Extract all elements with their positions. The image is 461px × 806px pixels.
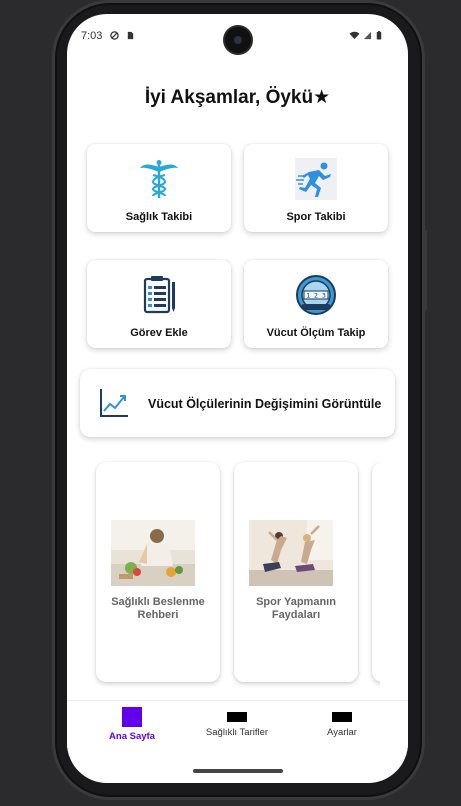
article-card-partial[interactable] (372, 462, 380, 682)
view-measurement-changes-label: Vücut Ölçülerinin Değişimini Görüntüle (148, 397, 382, 411)
nav-label-healthy-recipes: Sağlıklı Tarifler (205, 727, 269, 738)
health-tracking-card[interactable]: Sağlık Takibi (87, 144, 231, 232)
signal-icon (363, 31, 372, 40)
sim-card-icon (127, 31, 134, 40)
wifi-icon (349, 31, 360, 40)
body-measurement-label: Vücut Ölçüm Takip (266, 327, 366, 339)
trend-chart-icon (100, 389, 128, 417)
body-measurement-card[interactable]: 1 2 3 Vücut Ölçüm Takip (244, 260, 388, 348)
nav-item-settings[interactable]: Ayarlar (292, 707, 392, 738)
greeting-title: İyi Akşamlar, Öykü★ (144, 87, 331, 108)
nav-item-home[interactable]: Ana Sayfa (82, 707, 182, 742)
home-icon (122, 707, 142, 727)
svg-text:1 2 3: 1 2 3 (306, 292, 326, 300)
healthy-food-photo (111, 520, 195, 586)
article-card-exercise[interactable]: Spor Yapmanın Faydaları (234, 462, 358, 682)
scale-icon: 1 2 3 (296, 275, 336, 315)
nav-label-settings: Ayarlar (327, 727, 357, 738)
health-tracking-label: Sağlık Takibi (125, 211, 193, 223)
settings-icon (332, 712, 352, 722)
home-gesture-bar[interactable] (193, 769, 283, 773)
bottom-navigation: Ana Sayfa Sağlıklı Tarifler Ayarlar (67, 700, 408, 756)
sport-tracking-card[interactable]: Spor Takibi (244, 144, 388, 232)
nav-label-home: Ana Sayfa (109, 731, 155, 742)
article-card-nutrition[interactable]: Sağlıklı Beslenme Rehberi (96, 462, 220, 682)
add-task-label: Görev Ekle (130, 327, 188, 339)
recipes-icon (227, 712, 247, 722)
article-title: Spor Yapmanın Faydaları (256, 596, 336, 621)
articles-carousel[interactable]: Sağlıklı Beslenme Rehberi Spor Yapmanın … (67, 454, 380, 694)
battery-icon (376, 31, 382, 40)
article-title: Sağlıklı Beslenme Rehberi (111, 596, 205, 621)
do-not-disturb-icon (110, 31, 119, 40)
sport-tracking-label: Spor Takibi (286, 211, 346, 223)
nav-item-healthy-recipes[interactable]: Sağlıklı Tarifler (187, 707, 287, 738)
front-camera (225, 27, 251, 53)
caduceus-icon (140, 160, 178, 198)
view-measurement-changes-card[interactable]: Vücut Ölçülerinin Değişimini Görüntüle (80, 369, 395, 437)
app-screen: 7:03 İyi Akşamlar, Öykü★ Sağlık Takibi S… (67, 14, 408, 783)
task-list-icon (143, 276, 175, 314)
status-bar: 7:03 (67, 14, 408, 58)
add-task-card[interactable]: Görev Ekle (87, 260, 231, 348)
status-time: 7:03 (81, 30, 103, 42)
runner-icon (295, 158, 337, 200)
power-button (423, 230, 427, 310)
exercise-photo (249, 520, 333, 586)
